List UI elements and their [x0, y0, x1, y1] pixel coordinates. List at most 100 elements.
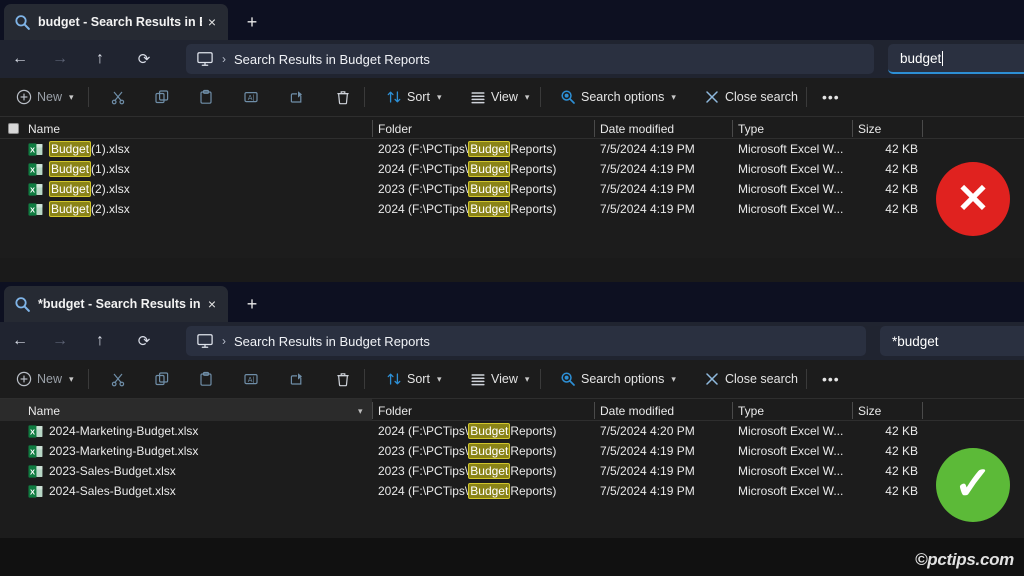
cell-date-modified: 7/5/2024 4:19 PM: [600, 179, 728, 199]
forward-button[interactable]: →: [48, 47, 72, 71]
column-header-type[interactable]: Type: [738, 399, 850, 422]
column-header-date-modified[interactable]: Date modified: [600, 399, 730, 422]
tab-search-results[interactable]: *budget - Search Results in Bu×: [4, 286, 228, 322]
search-input-value: budget: [900, 51, 941, 66]
paste-button[interactable]: [192, 360, 220, 398]
refresh-button[interactable]: ⟳: [132, 329, 156, 353]
svg-text:X: X: [30, 427, 35, 436]
search-input[interactable]: *budget: [880, 326, 1024, 356]
delete-button[interactable]: [329, 78, 357, 116]
column-header-size[interactable]: Size: [858, 399, 920, 422]
search-match-highlight: Budget: [468, 201, 510, 217]
column-header-size[interactable]: Size: [858, 117, 920, 140]
table-row[interactable]: X2024-Sales-Budget.xlsx 2024 (F:\PCTips\B…: [0, 481, 1024, 501]
cell-name[interactable]: XBudget(2).xlsx: [28, 179, 368, 199]
column-header-type[interactable]: Type: [738, 117, 850, 140]
tab-strip: budget - Search Results in Buc× +: [0, 0, 1024, 40]
address-bar[interactable]: ›Search Results in Budget Reports: [186, 326, 866, 356]
cell-name[interactable]: XBudget(1).xlsx: [28, 159, 368, 179]
sort-button[interactable]: Sort▾: [380, 360, 447, 398]
cut-button[interactable]: [104, 78, 132, 116]
paste-button[interactable]: [192, 78, 220, 116]
cell-name[interactable]: XBudget(1).xlsx: [28, 139, 368, 159]
sort-button[interactable]: Sort▾: [380, 78, 447, 116]
text-plain: Reports): [510, 444, 556, 458]
refresh-button[interactable]: ⟳: [132, 47, 156, 71]
table-row[interactable]: X2024-Marketing-Budget.xlsx2024 (F:\PCTi…: [0, 421, 1024, 441]
close-search-button[interactable]: Close search: [698, 360, 804, 398]
watermark: ©pctips.com: [915, 550, 1014, 570]
view-button[interactable]: View▾: [464, 78, 535, 116]
rename-button[interactable]: A|: [237, 78, 265, 116]
more-options-button[interactable]: •••: [816, 360, 846, 398]
new-tab-button[interactable]: +: [240, 10, 264, 34]
navigation-bar: ← → ↑ ⟳ ›Search Results in Budget Reports bud…: [0, 40, 1024, 78]
window-titlebar: *budget - Search Results in Bu× + ← → ↑ ⟳ ›Sea…: [0, 282, 1024, 360]
text-plain: Reports): [510, 202, 556, 216]
excel-file-icon: X: [28, 444, 43, 459]
column-header-folder[interactable]: Folder: [378, 117, 594, 140]
copy-button[interactable]: [148, 78, 176, 116]
cell-name[interactable]: XBudget(2).xlsx: [28, 199, 368, 219]
column-header-name[interactable]: Name: [0, 117, 372, 140]
text-plain: 2023 (F:\PCTips\: [378, 182, 468, 196]
text-plain: 2023-Marketing-Budget.xlsx: [49, 444, 198, 458]
up-button[interactable]: ↑: [88, 329, 112, 353]
copy-button[interactable]: [148, 360, 176, 398]
cut-button[interactable]: [104, 360, 132, 398]
table-row[interactable]: XBudget(2).xlsx2023 (F:\PCTips\BudgetRep…: [0, 179, 1024, 199]
new-button[interactable]: New▾: [10, 78, 80, 116]
new-button[interactable]: New▾: [10, 360, 80, 398]
cell-name[interactable]: X2024-Sales-Budget.xlsx: [28, 481, 368, 501]
share-button[interactable]: [283, 78, 311, 116]
share-button[interactable]: [283, 360, 311, 398]
file-list: X2024-Marketing-Budget.xlsx 2024 (F:\PCTi…: [0, 421, 1024, 501]
back-button[interactable]: ←: [8, 47, 32, 71]
search-options-button-label: Search options: [581, 90, 664, 104]
panel-bottom: *budget - Search Results in Bu× + ← → ↑ ⟳ ›Sea…: [0, 282, 1024, 538]
close-search-x-icon: [704, 89, 720, 105]
sort-icon: [386, 89, 402, 105]
table-row[interactable]: X2023-Sales-Budget.xlsx2023 (F:\PCTips\B…: [0, 461, 1024, 481]
excel-file-icon: X: [28, 464, 43, 479]
sort-button-label: Sort: [407, 372, 430, 386]
column-header-folder[interactable]: Folder: [378, 399, 594, 422]
new-button-label: New: [37, 90, 62, 104]
cell-name[interactable]: X 2023-Marketing-Budget.xlsx: [28, 441, 368, 461]
table-row[interactable]: XBudget(1).xlsx2023 (F:\PCTips\BudgetRep…: [0, 139, 1024, 159]
svg-text:X: X: [30, 185, 35, 194]
close-search-button[interactable]: Close search: [698, 78, 804, 116]
forward-button[interactable]: →: [48, 329, 72, 353]
tab-search-results[interactable]: budget - Search Results in Buc×: [4, 4, 228, 40]
tab-close-icon[interactable]: ×: [202, 12, 222, 32]
column-header-date-modified[interactable]: Date modified: [600, 117, 730, 140]
table-row[interactable]: XBudget(2).xlsx 2024 (F:\PCTips\BudgetRep…: [0, 199, 1024, 219]
cell-folder: 2024 (F:\PCTips\BudgetReports): [378, 199, 592, 219]
address-bar[interactable]: ›Search Results in Budget Reports: [186, 44, 874, 74]
more-options-button[interactable]: •••: [816, 78, 846, 116]
column-header-name[interactable]: Name: [0, 399, 372, 422]
cell-name[interactable]: X2024-Marketing-Budget.xlsx: [28, 421, 368, 441]
delete-button[interactable]: [329, 360, 357, 398]
tab-title: budget - Search Results in Buc: [38, 15, 202, 29]
table-row[interactable]: X2023-Marketing-Budget.xlsx2023 (F:\PCTi…: [0, 441, 1024, 461]
rename-button[interactable]: A|: [237, 360, 265, 398]
text-plain: (1).xlsx: [91, 162, 130, 176]
tab-close-icon[interactable]: ×: [202, 294, 222, 314]
search-options-button[interactable]: Search options▾: [554, 78, 682, 116]
search-options-button[interactable]: Search options▾: [554, 360, 682, 398]
text-plain: Reports): [510, 162, 556, 176]
back-button[interactable]: ←: [8, 329, 32, 353]
view-button[interactable]: View▾: [464, 360, 535, 398]
search-match-highlight: Budget: [468, 423, 510, 439]
cell-name[interactable]: X2023-Sales-Budget.xlsx: [28, 461, 368, 481]
search-input[interactable]: budget: [888, 44, 1024, 74]
table-row[interactable]: XBudget(1).xlsx2024 (F:\PCTips\BudgetRep…: [0, 159, 1024, 179]
new-button-label: New: [37, 372, 62, 386]
up-button[interactable]: ↑: [88, 47, 112, 71]
search-icon: [14, 296, 31, 313]
svg-text:X: X: [30, 447, 35, 456]
text-plain: Reports): [510, 464, 556, 478]
cell-folder: 2024 (F:\PCTips\BudgetReports): [378, 481, 592, 501]
new-tab-button[interactable]: +: [240, 292, 264, 316]
